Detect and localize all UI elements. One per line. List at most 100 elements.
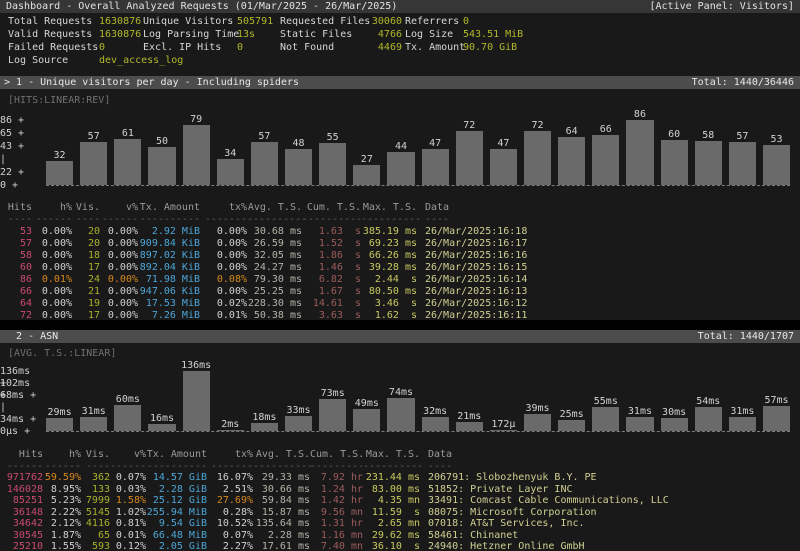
bar-value-label: 31ms bbox=[628, 406, 652, 417]
summary-value: 90.70 GiB bbox=[463, 42, 517, 53]
bar-value-label: 16ms bbox=[150, 413, 174, 424]
table-cell: 5145 bbox=[81, 507, 110, 519]
bar: 73ms bbox=[319, 399, 346, 431]
bar-value-label: 72 bbox=[532, 120, 544, 131]
bar: 25ms bbox=[558, 420, 585, 431]
table-cell: 6.82 s bbox=[302, 274, 361, 286]
bar: 32ms bbox=[422, 417, 449, 431]
bar: 50 bbox=[148, 147, 175, 185]
table-row[interactable]: 305451.87%650.01%66.48 MiB0.07%2.28 ms1.… bbox=[6, 530, 800, 542]
table-cell: 0.00% bbox=[100, 226, 138, 238]
panel-1-chart-label: [HITS:LINEAR:REV] bbox=[8, 94, 110, 107]
panel-1-chart: 86 +65 +43 +|22 +0 +32576150793457485527… bbox=[0, 114, 800, 204]
table-row[interactable]: 580.00%180.00%897.02 KiB0.00%32.05 ms1.8… bbox=[6, 250, 800, 262]
bar-value-label: 60ms bbox=[116, 394, 140, 405]
panel-1-header[interactable]: > 1 - Unique visitors per day - Includin… bbox=[0, 76, 800, 89]
table-cell: 4116 bbox=[81, 518, 110, 530]
summary-value: 4766 bbox=[368, 28, 402, 41]
table-cell: 362 bbox=[81, 472, 110, 484]
column-underline: ---------- bbox=[146, 461, 207, 473]
axis-tick: 68ms + bbox=[0, 390, 42, 402]
summary-label: Requested Files bbox=[280, 15, 368, 28]
bar: 60 bbox=[661, 140, 688, 185]
summary-item: Total Requests1630876 bbox=[8, 15, 143, 28]
table-cell: 0.00% bbox=[200, 286, 247, 298]
table-cell: 24.27 ms bbox=[247, 262, 302, 274]
summary-value: 543.51 MiB bbox=[463, 29, 523, 40]
column-header: Cum. T.S. bbox=[310, 449, 363, 461]
table-cell: 897.02 KiB bbox=[138, 250, 200, 262]
table-cell: 32.05 ms bbox=[247, 250, 302, 262]
table-header-row: Hitsh%Vis.v%Tx. Amounttx%Avg. T.S.Cum. T… bbox=[6, 449, 800, 461]
table-cell: 26/Mar/2025:16:12 bbox=[417, 298, 800, 310]
table-cell: 0.12% bbox=[110, 541, 146, 551]
table-row[interactable]: 97176259.59%3620.07%14.57 GiB16.07%29.33… bbox=[6, 472, 800, 484]
table-row[interactable]: 860.01%240.00%71.98 MiB0.08%79.30 ms6.82… bbox=[6, 274, 800, 286]
chart-plot: 3257615079345748552744477247726466866058… bbox=[46, 121, 790, 186]
table-cell: 1.31 hr bbox=[310, 518, 363, 530]
panel-2-table: Hitsh%Vis.v%Tx. Amounttx%Avg. T.S.Cum. T… bbox=[6, 449, 800, 551]
summary-item: Valid Requests1630876 bbox=[8, 28, 143, 41]
table-cell: 25.12 GiB bbox=[146, 495, 207, 507]
axis-tick: 102ms + bbox=[0, 378, 42, 390]
bar-value-label: 64 bbox=[566, 126, 578, 137]
table-cell: 64 bbox=[6, 298, 32, 310]
bar: 2ms bbox=[217, 430, 244, 431]
table-cell: 36148 bbox=[6, 507, 43, 519]
bar: 72 bbox=[456, 131, 483, 185]
summary-item: Referrers0 bbox=[405, 15, 469, 28]
table-cell: 14.57 GiB bbox=[146, 472, 207, 484]
bar: 57 bbox=[251, 142, 278, 185]
column-header: Hits bbox=[6, 202, 32, 214]
table-row[interactable]: 252101.55%5930.12%2.05 GiB2.27%17.61 ms7… bbox=[6, 541, 800, 551]
axis-tick: 43 + bbox=[0, 140, 42, 153]
bar-value-label: 30ms bbox=[662, 407, 686, 418]
bar: 64 bbox=[558, 137, 585, 185]
table-row[interactable]: 570.00%200.00%909.84 KiB0.00%26.59 ms1.5… bbox=[6, 238, 800, 250]
dashboard-title: Dashboard - Overall Analyzed Requests (0… bbox=[6, 0, 397, 13]
panel-separator bbox=[0, 320, 800, 330]
table-cell: 5.23% bbox=[43, 495, 81, 507]
table-cell: 26.59 ms bbox=[247, 238, 302, 250]
summary-row: Failed Requests0Excl. IP Hits0Not Found4… bbox=[8, 41, 800, 54]
active-panel-indicator: [Active Panel: Visitors] bbox=[650, 0, 795, 13]
table-cell: 10.52% bbox=[207, 518, 253, 530]
panel-2-header[interactable]: 2 - ASN Total: 1440/1707 bbox=[0, 330, 800, 343]
table-row[interactable]: 852515.23%79991.58%25.12 GiB27.69%59.84 … bbox=[6, 495, 800, 507]
bar-value-label: 73ms bbox=[321, 388, 345, 399]
bar: 57 bbox=[729, 142, 756, 185]
column-header: Tx. Amount bbox=[138, 202, 200, 214]
summary-item: Failed Requests0 bbox=[8, 41, 143, 54]
table-cell: 2.51% bbox=[207, 484, 253, 496]
table-cell: 83.00 ms bbox=[363, 484, 420, 496]
bar-value-label: 25ms bbox=[560, 409, 584, 420]
bar: 57ms bbox=[763, 406, 790, 431]
bar-value-label: 172μ bbox=[491, 419, 515, 430]
table-row[interactable]: 600.00%170.00%892.04 KiB0.00%24.27 ms1.4… bbox=[6, 262, 800, 274]
table-row[interactable]: 530.00%200.00%2.92 MiB0.00%30.68 ms1.63 … bbox=[6, 226, 800, 238]
table-cell: 0.00% bbox=[32, 286, 72, 298]
panel-1-title: > 1 - Unique visitors per day - Includin… bbox=[4, 76, 299, 89]
table-cell: 0.08% bbox=[200, 274, 247, 286]
table-cell: 29.33 ms bbox=[253, 472, 310, 484]
table-row[interactable]: 361482.22%51451.02%255.94 MiB0.28%15.87 … bbox=[6, 507, 800, 519]
table-cell: 2.22% bbox=[43, 507, 81, 519]
table-cell: 593 bbox=[81, 541, 110, 551]
bar: 44 bbox=[387, 152, 414, 185]
table-cell: 255.94 MiB bbox=[146, 507, 207, 519]
bar: 30ms bbox=[661, 418, 688, 431]
bar-value-label: 27 bbox=[361, 154, 373, 165]
column-underline: ------- bbox=[200, 214, 247, 226]
table-cell: 17.61 ms bbox=[253, 541, 310, 551]
bar: 21ms bbox=[456, 422, 483, 431]
bar: 32 bbox=[46, 161, 73, 185]
table-row[interactable]: 346422.12%41160.81%9.54 GiB10.52%135.64 … bbox=[6, 518, 800, 530]
table-row[interactable]: 1460288.95%1330.03%2.28 GiB2.51%30.66 ms… bbox=[6, 484, 800, 496]
table-row[interactable]: 640.00%190.00%17.53 MiB0.02%228.30 ms14.… bbox=[6, 298, 800, 310]
table-row[interactable]: 660.00%210.00%947.06 KiB0.00%25.25 ms1.6… bbox=[6, 286, 800, 298]
summary-item: Requested Files30060 bbox=[280, 15, 405, 28]
table-cell: 59.84 ms bbox=[253, 495, 310, 507]
summary-label: Referrers bbox=[405, 15, 463, 28]
table-cell: 1.87% bbox=[43, 530, 81, 542]
table-cell: 24940: Hetzner Online GmbH bbox=[420, 541, 800, 551]
